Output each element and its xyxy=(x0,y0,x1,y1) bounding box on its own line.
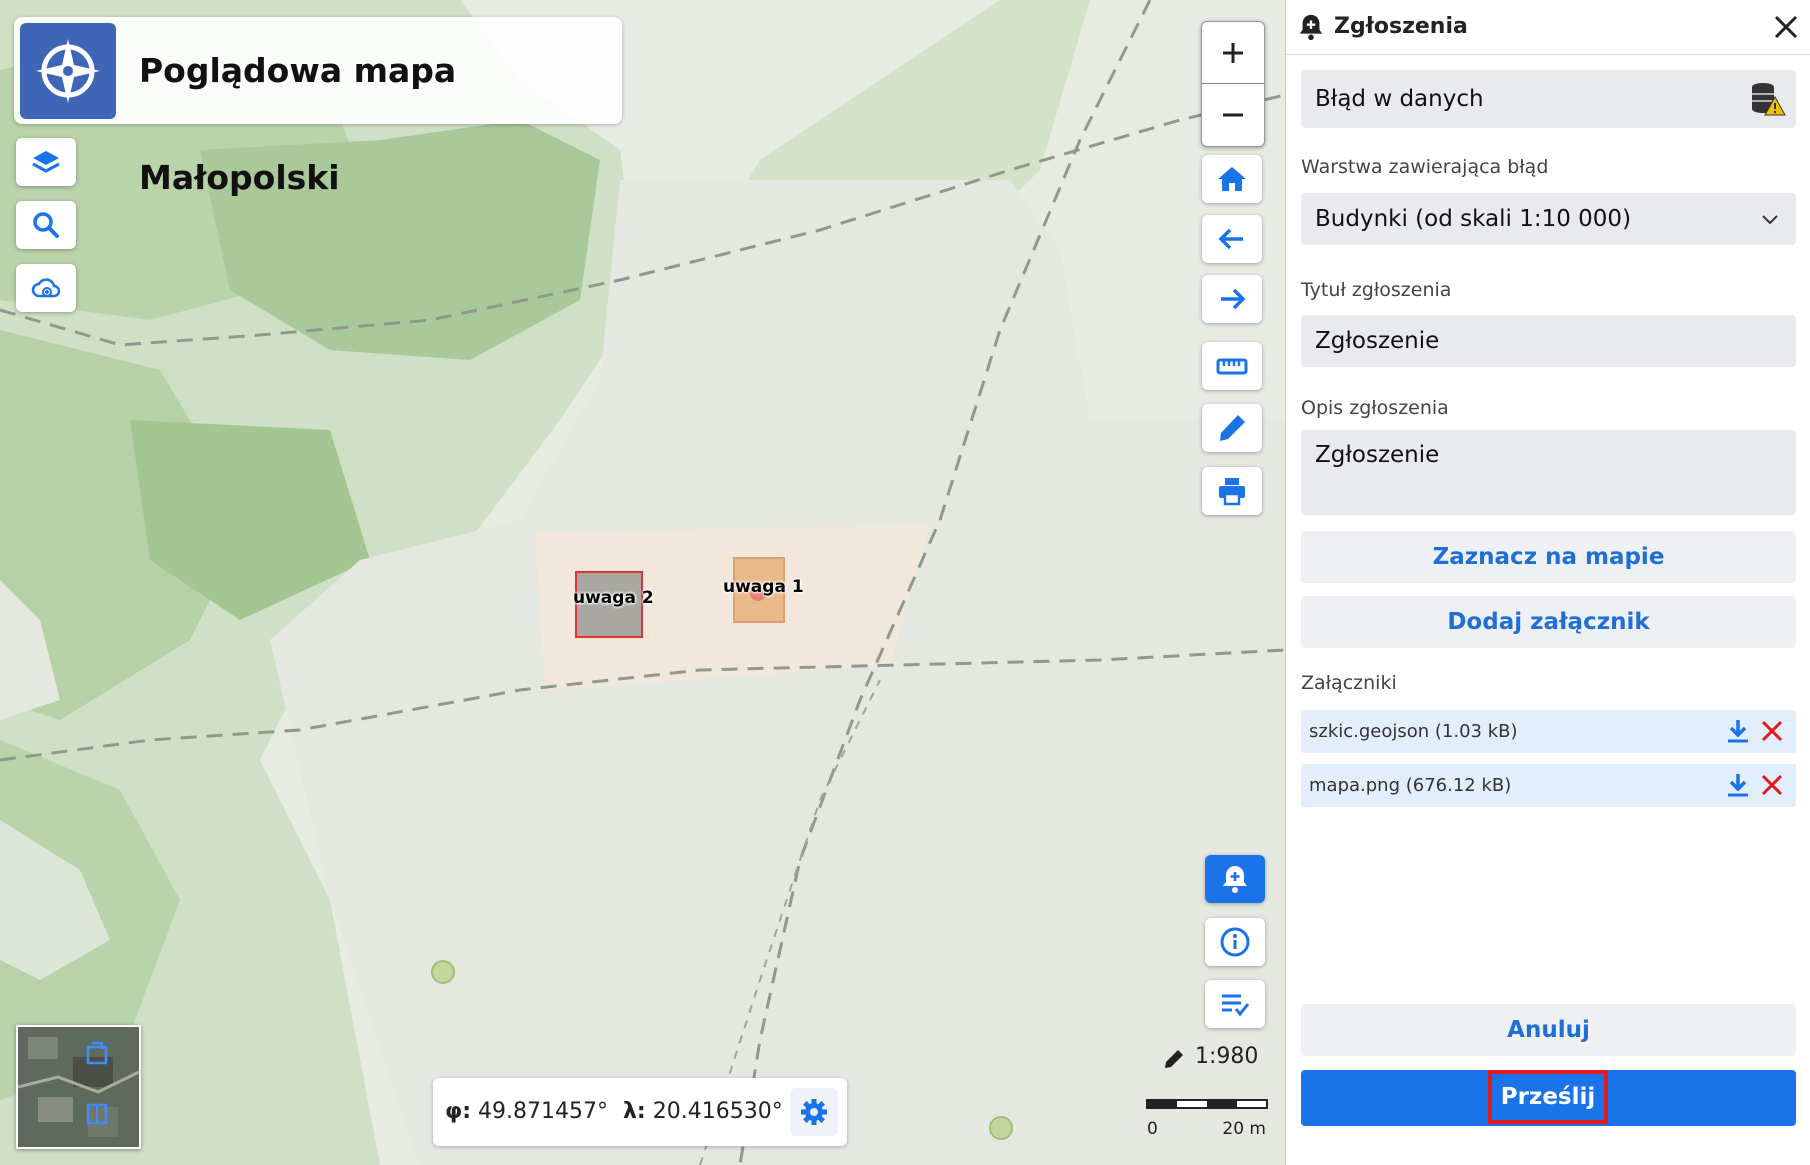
zoom-out-button[interactable] xyxy=(1202,84,1264,146)
search-button[interactable] xyxy=(16,201,76,249)
scale-end: 20 m xyxy=(1222,1119,1266,1139)
cloud-add-button[interactable] xyxy=(16,264,76,312)
app-header: Poglądowa mapa Małopolski xyxy=(14,17,622,197)
download-icon[interactable] xyxy=(1724,771,1752,799)
layers-button[interactable] xyxy=(16,138,76,186)
scale-bar xyxy=(1146,1099,1268,1109)
close-panel-button[interactable] xyxy=(1769,10,1803,44)
description-textarea[interactable]: Zgłoszenie xyxy=(1301,430,1796,515)
search-icon xyxy=(33,212,59,238)
longitude-value: 20.416530° xyxy=(652,1099,783,1124)
layer-select-value: Budynki (od skali 1:10 000) xyxy=(1315,206,1632,232)
database-warning-icon xyxy=(1752,83,1786,116)
submit-button[interactable]: Prześlij xyxy=(1301,1070,1796,1126)
attachment-item: szkic.geojson (1.03 kB) xyxy=(1301,710,1796,753)
legend-button[interactable] xyxy=(1205,980,1265,1028)
longitude-label: λ: xyxy=(623,1099,646,1124)
attachment-name: szkic.geojson (1.03 kB) xyxy=(1309,721,1518,742)
pencil-icon xyxy=(1220,415,1245,441)
latitude-label: φ: xyxy=(445,1099,472,1124)
info-button[interactable] xyxy=(1205,918,1265,966)
mark-on-map-button[interactable]: Zaznacz na mapie xyxy=(1301,531,1796,583)
scale-start: 0 xyxy=(1147,1119,1158,1139)
coordinates-settings-button[interactable] xyxy=(790,1088,838,1136)
home-button[interactable] xyxy=(1202,155,1262,203)
download-icon[interactable] xyxy=(1724,717,1752,745)
title-input-value: Zgłoszenie xyxy=(1315,328,1440,354)
gear-icon xyxy=(801,1099,827,1125)
scale-control: 1:980 0 20 m xyxy=(1145,1040,1270,1140)
coordinates-bar: φ: 49.871457° λ: 20.416530° xyxy=(433,1078,847,1146)
zoom-in-button[interactable] xyxy=(1202,22,1264,84)
cloud-add-icon xyxy=(31,278,61,298)
cancel-button[interactable]: Anuluj xyxy=(1301,1004,1796,1056)
close-icon xyxy=(1774,15,1798,39)
home-icon xyxy=(1218,167,1246,191)
printer-icon xyxy=(1219,478,1245,506)
remove-icon[interactable] xyxy=(1758,771,1786,799)
map-layer-icon xyxy=(86,1103,108,1125)
chevron-down-icon xyxy=(1762,215,1778,225)
attachment-item: mapa.png (676.12 kB) xyxy=(1301,764,1796,807)
panel-title: Zgłoszenia xyxy=(1334,14,1468,39)
arrow-right-icon xyxy=(1221,288,1246,310)
info-icon xyxy=(1220,927,1250,957)
title-label: Tytuł zgłoszenia xyxy=(1301,279,1452,301)
plus-icon xyxy=(1223,43,1243,63)
description-value: Zgłoszenie xyxy=(1315,442,1440,468)
basemap-switcher[interactable] xyxy=(16,1025,141,1149)
app-title: Poglądowa mapa Małopolski xyxy=(139,51,457,197)
submit-label: Prześlij xyxy=(1488,1070,1608,1124)
pencil-small-icon xyxy=(1165,1050,1183,1068)
remove-icon[interactable] xyxy=(1758,717,1786,745)
swap-icon xyxy=(86,1041,108,1065)
forward-button[interactable] xyxy=(1202,275,1262,323)
back-button[interactable] xyxy=(1202,215,1262,263)
draw-button[interactable] xyxy=(1202,404,1262,452)
bell-plus-icon xyxy=(1223,866,1247,893)
report-type-value: Błąd w danych xyxy=(1315,86,1484,112)
description-label: Opis zgłoszenia xyxy=(1301,397,1449,419)
arrow-left-icon xyxy=(1218,228,1243,250)
layers-icon xyxy=(32,151,60,173)
scale-ratio: 1:980 xyxy=(1195,1044,1259,1069)
attachment-name: mapa.png (676.12 kB) xyxy=(1309,775,1512,796)
map-view[interactable]: uwaga 2 uwaga 1 Poglądowa mapa Małopolsk… xyxy=(0,0,1285,1165)
layer-label: Warstwa zawierająca błąd xyxy=(1301,156,1549,178)
satellite-thumbnail xyxy=(18,1027,139,1147)
feature-label-uwaga-2: uwaga 2 xyxy=(573,588,654,608)
add-attachment-button[interactable]: Dodaj załącznik xyxy=(1301,596,1796,648)
report-panel: Zgłoszenia Błąd w danych Warstwa zawiera… xyxy=(1285,0,1810,1165)
ruler-icon xyxy=(1216,358,1248,375)
layer-select[interactable]: Budynki (od skali 1:10 000) xyxy=(1301,193,1796,245)
bell-plus-icon xyxy=(1299,14,1323,41)
zoom-control xyxy=(1201,21,1265,147)
measure-button[interactable] xyxy=(1202,342,1262,390)
title-input[interactable]: Zgłoszenie xyxy=(1301,315,1796,367)
report-type-field[interactable]: Błąd w danych xyxy=(1301,70,1796,128)
attachments-label: Załączniki xyxy=(1301,672,1397,694)
panel-header: Zgłoszenia xyxy=(1286,0,1810,55)
print-button[interactable] xyxy=(1202,467,1262,515)
report-button[interactable] xyxy=(1205,855,1265,903)
minus-icon xyxy=(1223,113,1243,117)
app-logo-icon xyxy=(20,23,116,119)
feature-label-uwaga-1: uwaga 1 xyxy=(723,577,804,597)
latitude-value: 49.871457° xyxy=(478,1099,608,1124)
list-check-icon xyxy=(1222,994,1250,1017)
